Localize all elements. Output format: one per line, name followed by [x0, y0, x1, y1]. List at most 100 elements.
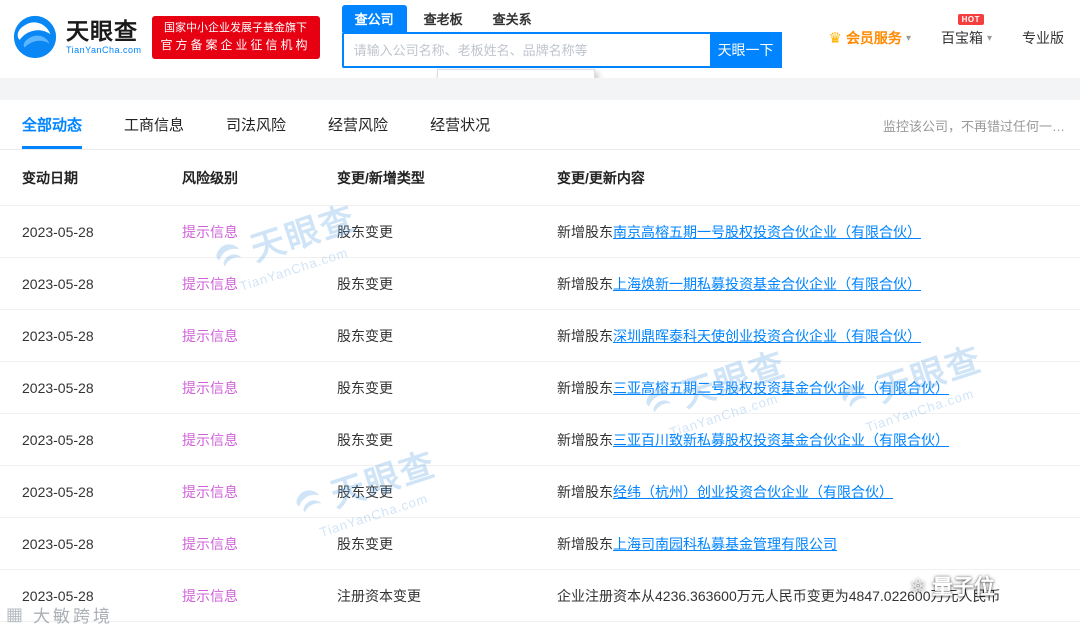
logo-brand-text: 天眼查	[66, 19, 142, 44]
search-suggestion-dropdown[interactable]	[437, 69, 595, 78]
qbitai-logo-icon: ⚛	[909, 574, 927, 599]
member-service-label: 会员服务	[846, 28, 902, 48]
row-change-date: 2023-05-28	[22, 328, 182, 344]
search-tab-boss[interactable]: 查老板	[411, 5, 476, 32]
search-button[interactable]: 天眼一下	[710, 32, 782, 68]
table-row: 2023-05-28 提示信息 股东变更 新增股东上海焕新一期私募投资基金合伙企…	[0, 258, 1080, 310]
company-dynamics-panel: 全部动态 工商信息 司法风险 经营风险 经营状况 监控该公司，不再错过任何一… …	[0, 100, 1080, 622]
toolbox-label: 百宝箱	[941, 28, 983, 48]
tab-operation-risk[interactable]: 经营风险	[328, 114, 388, 149]
search-tab-relation[interactable]: 查关系	[480, 5, 545, 32]
member-service-menu[interactable]: ♛ 会员服务 ▾	[828, 28, 910, 48]
gov-badge-line1: 国家中小企业发展子基金旗下	[161, 22, 311, 36]
change-content-text: 新增股东	[557, 380, 613, 396]
risk-level-tag: 提示信息	[182, 432, 238, 448]
column-header-change-content: 变更/更新内容	[557, 168, 1080, 188]
company-link[interactable]: 三亚百川致新私募股权投资基金合伙企业（有限合伙）	[613, 432, 949, 448]
search-tabs: 查公司 查老板 查关系	[342, 5, 782, 32]
logo-domain-text: TianYanCha.com	[66, 45, 142, 55]
crown-icon: ♛	[828, 29, 841, 47]
site-header: 天眼查 TianYanCha.com 国家中小企业发展子基金旗下 官方备案企业征…	[0, 0, 1080, 78]
risk-level-tag: 提示信息	[182, 380, 238, 396]
row-change-date: 2023-05-28	[22, 380, 182, 396]
search-input[interactable]	[342, 32, 710, 68]
change-content-text: 新增股东	[557, 276, 613, 292]
grid-icon: ▦	[6, 604, 26, 625]
bottom-left-watermark: ▦ 大敏跨境	[6, 602, 113, 627]
company-link[interactable]: 经纬（杭州）创业投资合伙企业（有限合伙）	[613, 484, 893, 500]
table-row: 2023-05-28 提示信息 股东变更 新增股东上海司南园科私募基金管理有限公…	[0, 518, 1080, 570]
column-header-risk-level: 风险级别	[182, 168, 337, 188]
row-change-type: 股东变更	[337, 430, 557, 450]
company-link[interactable]: 三亚高榕五期二号股权投资基金合伙企业（有限合伙）	[613, 380, 949, 396]
header-right-links: ♛ 会员服务 ▾ HOT 百宝箱 ▾ 专业版	[828, 28, 1068, 48]
bottom-left-watermark-text: 大敏跨境	[33, 602, 113, 627]
hot-badge: HOT	[958, 14, 984, 25]
row-change-type: 注册资本变更	[337, 586, 557, 606]
risk-level-tag: 提示信息	[182, 588, 238, 604]
table-row: 2023-05-28 提示信息 股东变更 新增股东深圳鼎晖泰科天使创业投资合伙企…	[0, 310, 1080, 362]
table-row: 2023-05-28 提示信息 股东变更 新增股东经纬（杭州）创业投资合伙企业（…	[0, 466, 1080, 518]
monitor-company-link[interactable]: 监控该公司，不再错过任何一…	[883, 116, 1065, 149]
row-change-date: 2023-05-28	[22, 536, 182, 552]
risk-level-tag: 提示信息	[182, 224, 238, 240]
tianyancha-logo[interactable]: 天眼查 TianYanCha.com	[12, 14, 142, 60]
company-link[interactable]: 上海司南园科私募基金管理有限公司	[613, 536, 837, 552]
row-change-type: 股东变更	[337, 222, 557, 242]
tab-judicial-risk[interactable]: 司法风险	[226, 114, 286, 149]
risk-level-tag: 提示信息	[182, 536, 238, 552]
risk-level-tag: 提示信息	[182, 276, 238, 292]
table-row: 2023-05-28 提示信息 股东变更 新增股东三亚高榕五期二号股权投资基金合…	[0, 362, 1080, 414]
gov-badge-line2: 官方备案企业征信机构	[161, 38, 311, 53]
search-tab-company[interactable]: 查公司	[342, 5, 407, 32]
pro-version-label: 专业版	[1022, 28, 1064, 48]
row-change-type: 股东变更	[337, 274, 557, 294]
table-header-row: 变动日期 风险级别 变更/新增类型 变更/更新内容	[0, 150, 1080, 206]
row-change-content: 新增股东三亚高榕五期二号股权投资基金合伙企业（有限合伙）	[557, 378, 1080, 398]
company-link[interactable]: 南京高榕五期一号股权投资合伙企业（有限合伙）	[613, 224, 921, 240]
risk-level-tag: 提示信息	[182, 484, 238, 500]
row-change-date: 2023-05-28	[22, 224, 182, 240]
column-header-change-type: 变更/新增类型	[337, 168, 557, 188]
row-change-type: 股东变更	[337, 378, 557, 398]
tianyancha-logo-icon	[12, 14, 58, 60]
toolbox-menu[interactable]: HOT 百宝箱 ▾	[941, 28, 992, 48]
table-body: 2023-05-28 提示信息 股东变更 新增股东南京高榕五期一号股权投资合伙企…	[0, 206, 1080, 622]
chevron-down-icon: ▾	[987, 33, 992, 44]
section-tabs: 全部动态 工商信息 司法风险 经营风险 经营状况 监控该公司，不再错过任何一…	[0, 100, 1080, 150]
tab-operation-status[interactable]: 经营状况	[430, 114, 490, 149]
row-change-content: 新增股东上海焕新一期私募投资基金合伙企业（有限合伙）	[557, 274, 1080, 294]
change-content-text: 新增股东	[557, 224, 613, 240]
gov-certification-badge: 国家中小企业发展子基金旗下 官方备案企业征信机构	[152, 16, 320, 59]
column-header-date: 变动日期	[22, 168, 182, 188]
row-change-type: 股东变更	[337, 326, 557, 346]
row-change-date: 2023-05-28	[22, 276, 182, 292]
row-change-content: 企业注册资本从4236.363600万元人民币变更为4847.022600万元人…	[557, 586, 1080, 606]
tab-business-info[interactable]: 工商信息	[124, 114, 184, 149]
tab-all-dynamics[interactable]: 全部动态	[22, 114, 82, 149]
qbitai-watermark-text: 量子位	[932, 571, 995, 601]
row-change-content: 新增股东深圳鼎晖泰科天使创业投资合伙企业（有限合伙）	[557, 326, 1080, 346]
row-change-content: 新增股东上海司南园科私募基金管理有限公司	[557, 534, 1080, 554]
row-change-type: 股东变更	[337, 482, 557, 502]
row-change-type: 股东变更	[337, 534, 557, 554]
pro-version-link[interactable]: 专业版	[1022, 28, 1064, 48]
page: 天眼查 TianYanCha.com 国家中小企业发展子基金旗下 官方备案企业征…	[0, 0, 1080, 633]
change-content-text: 新增股东	[557, 432, 613, 448]
row-change-date: 2023-05-28	[22, 432, 182, 448]
change-content-text: 新增股东	[557, 484, 613, 500]
company-link[interactable]: 上海焕新一期私募投资基金合伙企业（有限合伙）	[613, 276, 921, 292]
qbitai-watermark: ⚛ 量子位	[909, 571, 995, 601]
risk-level-tag: 提示信息	[182, 328, 238, 344]
page-background-band	[0, 78, 1080, 100]
chevron-down-icon: ▾	[906, 33, 911, 44]
change-content-text: 新增股东	[557, 328, 613, 344]
row-change-content: 新增股东经纬（杭州）创业投资合伙企业（有限合伙）	[557, 482, 1080, 502]
table-row: 2023-05-28 提示信息 股东变更 新增股东三亚百川致新私募股权投资基金合…	[0, 414, 1080, 466]
company-link[interactable]: 深圳鼎晖泰科天使创业投资合伙企业（有限合伙）	[613, 328, 921, 344]
table-row: 2023-05-28 提示信息 股东变更 新增股东南京高榕五期一号股权投资合伙企…	[0, 206, 1080, 258]
search-area: 查公司 查老板 查关系 天眼一下	[342, 5, 782, 68]
row-change-date: 2023-05-28	[22, 484, 182, 500]
row-change-content: 新增股东南京高榕五期一号股权投资合伙企业（有限合伙）	[557, 222, 1080, 242]
change-content-text: 新增股东	[557, 536, 613, 552]
